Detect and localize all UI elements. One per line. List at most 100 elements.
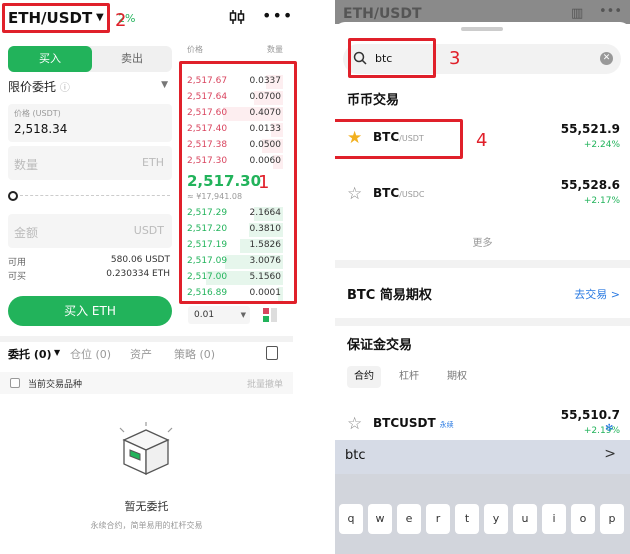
screenshot-root: ETH/USDT ▼ 2% ••• 买入 卖出 限价委托 ⓘ ▼ 价格 (USD…	[0, 0, 630, 554]
chevron-down-icon: ▼	[240, 311, 246, 319]
chevron-right-icon: >	[604, 446, 616, 462]
tab-positions[interactable]: 仓位 (0)	[70, 346, 111, 362]
tab-strategy[interactable]: 策略 (0)	[174, 346, 215, 362]
buy-tab[interactable]: 买入	[8, 46, 92, 72]
slider-track	[20, 195, 170, 196]
sell-tab[interactable]: 卖出	[92, 46, 172, 72]
chevron-down-icon[interactable]: ▼	[54, 348, 60, 357]
item-quote: /USDC	[399, 190, 425, 199]
item-price: 55,510.7	[560, 408, 620, 422]
current-pair-checkbox[interactable]	[10, 378, 20, 388]
item-change: +2.24%	[583, 140, 620, 150]
divider	[0, 336, 293, 342]
slider-knob[interactable]	[8, 191, 18, 201]
item-change: +2.19%	[583, 426, 620, 436]
section-spot: 币币交易	[347, 93, 400, 108]
tab-leverage[interactable]: 杠杆	[399, 366, 419, 388]
buyable-label: 可买	[8, 272, 27, 282]
ob-price-header: 价格	[187, 45, 203, 54]
tab-options[interactable]: 期权	[447, 366, 467, 388]
list-item[interactable]: ☆ BTC/USDC 55,528.6 +2.17%	[335, 174, 630, 218]
batch-cancel-button[interactable]: 批量撤单	[247, 377, 283, 390]
balance-info: 可用 580.06 USDT 可买 0.230334 ETH	[8, 255, 174, 283]
more-link[interactable]: 更多	[335, 234, 630, 249]
tab-orders[interactable]: 委托 (0)	[8, 346, 52, 362]
star-outline-icon[interactable]: ☆	[347, 414, 362, 434]
trade-screen: ETH/USDT ▼ 2% ••• 买入 卖出 限价委托 ⓘ ▼ 价格 (USD…	[0, 0, 297, 554]
quantity-placeholder: 数量	[14, 158, 39, 172]
buy-sell-tabs: 买入 卖出	[8, 46, 172, 72]
key-w[interactable]: w	[368, 504, 392, 534]
annotation-3: 3	[449, 48, 461, 69]
drag-handle[interactable]	[461, 27, 503, 31]
annotation-2: 2	[115, 10, 127, 31]
sparkle-icon: ✻	[605, 423, 614, 434]
item-price: 55,528.6	[560, 178, 620, 192]
bottom-tabs: 委托 (0) ▼ 仓位 (0) 资产 策略 (0)	[8, 346, 288, 364]
key-i[interactable]: i	[542, 504, 566, 534]
info-icon: ⓘ	[59, 83, 70, 94]
order-book-header: 价格 数量	[187, 44, 283, 56]
annotation-1: 1	[258, 172, 270, 193]
price-field-label: 价格 (USDT)	[14, 109, 61, 118]
perpetual-tag: 永续	[439, 421, 454, 429]
available-value: 580.06 USDT	[110, 255, 170, 265]
candlestick-icon[interactable]	[228, 8, 246, 30]
amount-slider[interactable]	[8, 190, 172, 202]
dimmed-header: ETH/USDT ▥ •••	[335, 0, 630, 24]
key-o[interactable]: o	[571, 504, 595, 534]
candlestick-icon: ▥	[571, 6, 584, 21]
amount-unit: USDT	[133, 224, 164, 237]
keyboard-suggestion[interactable]: btc >	[335, 440, 630, 474]
section-margin: 保证金交易	[347, 338, 413, 353]
item-name: BTCUSDT 永续	[373, 416, 454, 430]
amount-placeholder: 金额	[14, 226, 39, 240]
key-p[interactable]: p	[600, 504, 624, 534]
divider	[335, 260, 630, 268]
key-t[interactable]: t	[455, 504, 479, 534]
go-trade-link[interactable]: 去交易 >	[574, 286, 620, 302]
search-screen: ETH/USDT ▥ ••• btc ✕ 币币交易 ★ BTC/USDT 55,…	[335, 0, 630, 554]
order-type-select[interactable]: 限价委托 ⓘ ▼	[8, 78, 172, 100]
item-price: 55,521.9	[560, 122, 620, 136]
depth-value: 0.01	[194, 310, 215, 320]
keyboard: qwertyuiop	[335, 474, 630, 554]
suggestion-text: btc	[345, 448, 366, 463]
history-icon[interactable]	[266, 346, 278, 360]
star-outline-icon[interactable]: ☆	[347, 184, 362, 204]
depth-select[interactable]: 0.01 ▼	[188, 306, 250, 324]
price-field-value: 2,518.34	[14, 122, 68, 136]
quantity-field[interactable]: 数量 ETH	[8, 146, 172, 180]
item-change: +2.17%	[583, 196, 620, 206]
annotation-box-3	[348, 38, 436, 78]
clear-icon[interactable]: ✕	[600, 52, 613, 65]
empty-box-icon	[110, 420, 182, 480]
item-base: BTC	[373, 186, 400, 200]
margin-tabs: 合约 杠杆 期权	[347, 366, 547, 388]
easy-options-title: BTC 简易期权	[347, 288, 432, 303]
tab-contract[interactable]: 合约	[347, 366, 381, 388]
order-type-label: 限价委托	[8, 80, 57, 94]
current-pair-label: 当前交易品种	[28, 380, 83, 390]
more-icon: •••	[599, 4, 623, 19]
annotation-4: 4	[476, 130, 488, 151]
key-y[interactable]: y	[484, 504, 508, 534]
book-view-icon[interactable]	[263, 308, 277, 322]
item-base: BTCUSDT	[373, 416, 436, 430]
key-u[interactable]: u	[513, 504, 537, 534]
empty-subtitle: 永续合约，简单易用的杠杆交易	[90, 521, 203, 530]
dimmed-pair: ETH/USDT	[343, 6, 422, 22]
annotation-box-1	[179, 61, 297, 304]
more-icon[interactable]: •••	[262, 6, 293, 25]
key-e[interactable]: e	[397, 504, 421, 534]
key-r[interactable]: r	[426, 504, 450, 534]
price-field[interactable]: 价格 (USDT) 2,518.34	[8, 104, 172, 142]
buyable-value: 0.230334 ETH	[106, 269, 170, 279]
tab-assets[interactable]: 资产	[130, 346, 152, 362]
annotation-box-2	[2, 3, 110, 33]
amount-field[interactable]: 金额 USDT	[8, 214, 172, 248]
available-label: 可用	[8, 258, 27, 268]
chevron-down-icon: ▼	[161, 80, 168, 90]
buy-eth-button[interactable]: 买入 ETH	[8, 296, 172, 326]
key-q[interactable]: q	[339, 504, 363, 534]
